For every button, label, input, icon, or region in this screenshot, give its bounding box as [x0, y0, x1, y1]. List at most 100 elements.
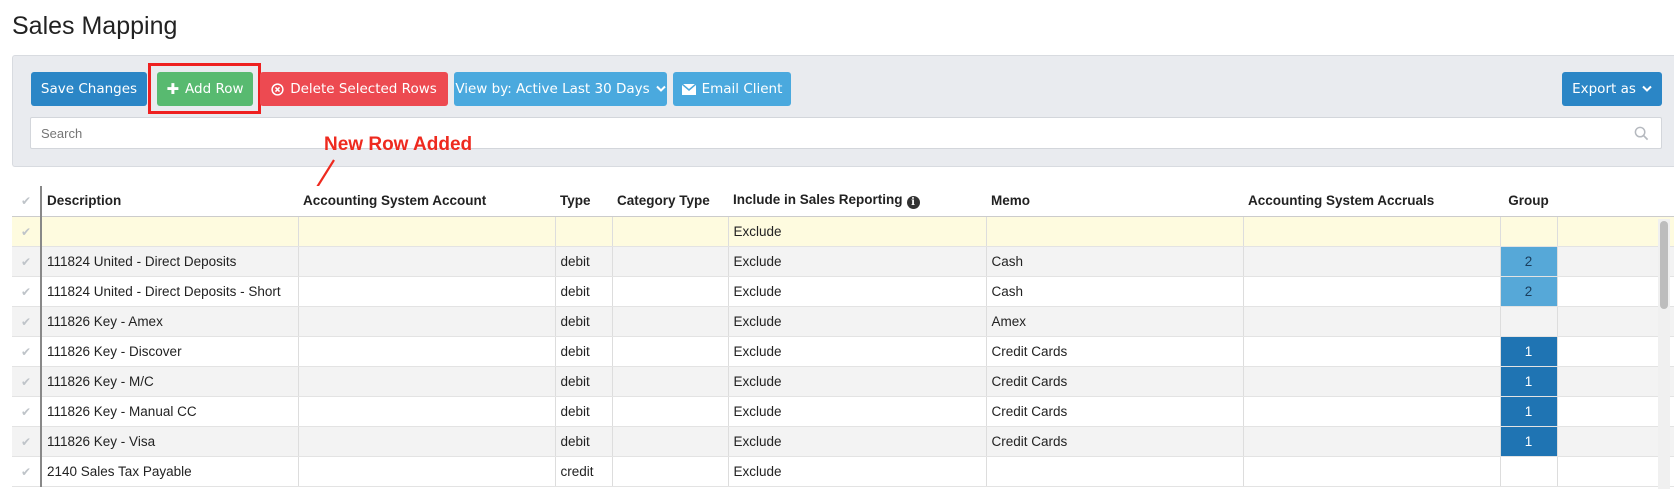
cell-accruals[interactable]	[1243, 216, 1501, 247]
row-checkbox[interactable]: ✔	[12, 456, 42, 487]
cell-type[interactable]: debit	[555, 246, 613, 277]
cell-memo[interactable]	[986, 456, 1244, 487]
cell-description[interactable]: 111824 United - Direct Deposits - Short	[41, 276, 299, 307]
cell-group[interactable]: 1	[1500, 336, 1558, 367]
table-row[interactable]: ✔ 111824 United - Direct Deposits debit …	[12, 246, 1674, 277]
cell-description[interactable]: 111826 Key - Visa	[41, 426, 299, 457]
cell-group[interactable]	[1500, 216, 1558, 247]
info-icon[interactable]: i	[906, 196, 920, 210]
cell-description[interactable]: 111826 Key - Discover	[41, 336, 299, 367]
column-header-account[interactable]: Accounting System Account	[298, 186, 555, 217]
cell-category[interactable]	[612, 306, 729, 337]
row-checkbox[interactable]: ✔	[12, 216, 42, 247]
cell-category[interactable]	[612, 276, 729, 307]
email-client-button[interactable]: Email Client	[673, 72, 791, 106]
save-changes-button[interactable]: Save Changes	[31, 72, 147, 106]
cell-type[interactable]: debit	[555, 306, 613, 337]
view-by-dropdown[interactable]: View by: Active Last 30 Days	[454, 72, 667, 106]
cell-category[interactable]	[612, 216, 729, 247]
cell-accruals[interactable]	[1243, 456, 1501, 487]
cell-account[interactable]	[298, 306, 556, 337]
cell-accruals[interactable]	[1243, 396, 1501, 427]
cell-accruals[interactable]	[1243, 366, 1501, 397]
row-checkbox[interactable]: ✔	[12, 366, 42, 397]
table-row[interactable]: ✔ 2140 Sales Tax Payable credit Exclude	[12, 456, 1674, 487]
cell-memo[interactable]: Cash	[986, 246, 1244, 277]
cell-category[interactable]	[612, 366, 729, 397]
cell-memo[interactable]: Credit Cards	[986, 396, 1244, 427]
cell-include[interactable]: Exclude	[728, 336, 987, 367]
cell-include[interactable]: Exclude	[728, 246, 987, 277]
export-as-dropdown[interactable]: Export as	[1562, 72, 1662, 106]
cell-memo[interactable]: Credit Cards	[986, 336, 1244, 367]
cell-category[interactable]	[612, 456, 729, 487]
table-scrollbar[interactable]	[1658, 219, 1670, 489]
cell-group[interactable]: 1	[1500, 396, 1558, 427]
cell-description[interactable]: 111826 Key - Manual CC	[41, 396, 299, 427]
cell-memo[interactable]	[986, 216, 1244, 247]
column-header-category[interactable]: Category Type	[612, 186, 728, 217]
cell-group[interactable]	[1500, 306, 1558, 337]
cell-account[interactable]	[298, 336, 556, 367]
cell-memo[interactable]: Amex	[986, 306, 1244, 337]
column-header-group[interactable]: Group	[1500, 186, 1557, 217]
cell-memo[interactable]: Credit Cards	[986, 366, 1244, 397]
delete-selected-rows-button[interactable]: Delete Selected Rows	[260, 72, 448, 106]
row-checkbox[interactable]: ✔	[12, 276, 42, 307]
cell-include[interactable]: Exclude	[728, 366, 987, 397]
add-row-button[interactable]: ✚ Add Row	[157, 72, 253, 106]
cell-type[interactable]: debit	[555, 426, 613, 457]
cell-include[interactable]: Exclude	[728, 426, 987, 457]
cell-accruals[interactable]	[1243, 336, 1501, 367]
row-checkbox[interactable]: ✔	[12, 426, 42, 457]
cell-description[interactable]: 111824 United - Direct Deposits	[41, 246, 299, 277]
cell-type[interactable]: debit	[555, 336, 613, 367]
cell-category[interactable]	[612, 246, 729, 277]
column-header-include[interactable]: Include in Sales Reporting i	[728, 186, 986, 217]
cell-account[interactable]	[298, 456, 556, 487]
row-checkbox[interactable]: ✔	[12, 336, 42, 367]
cell-type[interactable]: credit	[555, 456, 613, 487]
cell-accruals[interactable]	[1243, 276, 1501, 307]
scrollbar-thumb[interactable]	[1660, 221, 1668, 309]
cell-include[interactable]: Exclude	[728, 456, 987, 487]
cell-description[interactable]: 2140 Sales Tax Payable	[41, 456, 299, 487]
cell-group[interactable]	[1500, 456, 1558, 487]
row-checkbox[interactable]: ✔	[12, 306, 42, 337]
cell-account[interactable]	[298, 276, 556, 307]
select-all-checkbox[interactable]: ✔	[12, 186, 42, 217]
column-header-memo[interactable]: Memo	[986, 186, 1243, 217]
table-row[interactable]: ✔ 111826 Key - Visa debit Exclude Credit…	[12, 426, 1674, 457]
cell-type[interactable]: debit	[555, 366, 613, 397]
table-row[interactable]: ✔ 111826 Key - Discover debit Exclude Cr…	[12, 336, 1674, 367]
table-row[interactable]: ✔ 111824 United - Direct Deposits - Shor…	[12, 276, 1674, 307]
search-icon[interactable]	[1634, 126, 1649, 141]
cell-accruals[interactable]	[1243, 426, 1501, 457]
cell-category[interactable]	[612, 396, 729, 427]
cell-memo[interactable]: Cash	[986, 276, 1244, 307]
cell-description[interactable]: 111826 Key - M/C	[41, 366, 299, 397]
column-header-accruals[interactable]: Accounting System Accruals	[1243, 186, 1500, 217]
cell-type[interactable]	[555, 216, 613, 247]
cell-group[interactable]: 1	[1500, 426, 1558, 457]
cell-description[interactable]: 111826 Key - Amex	[41, 306, 299, 337]
column-header-description[interactable]: Description	[41, 186, 298, 217]
cell-description[interactable]	[41, 216, 299, 247]
table-row[interactable]: ✔ 111826 Key - Manual CC debit Exclude C…	[12, 396, 1674, 427]
cell-category[interactable]	[612, 426, 729, 457]
row-checkbox[interactable]: ✔	[12, 396, 42, 427]
cell-memo[interactable]: Credit Cards	[986, 426, 1244, 457]
cell-group[interactable]: 1	[1500, 366, 1558, 397]
cell-include[interactable]: Exclude	[728, 276, 987, 307]
cell-account[interactable]	[298, 426, 556, 457]
cell-type[interactable]: debit	[555, 396, 613, 427]
cell-accruals[interactable]	[1243, 306, 1501, 337]
search-input[interactable]	[31, 118, 1661, 148]
cell-account[interactable]	[298, 246, 556, 277]
cell-include[interactable]: Exclude	[728, 396, 987, 427]
row-checkbox[interactable]: ✔	[12, 246, 42, 277]
table-row[interactable]: ✔ 111826 Key - Amex debit Exclude Amex	[12, 306, 1674, 337]
cell-account[interactable]	[298, 216, 556, 247]
cell-include[interactable]: Exclude	[728, 216, 987, 247]
cell-group[interactable]: 2	[1500, 276, 1558, 307]
